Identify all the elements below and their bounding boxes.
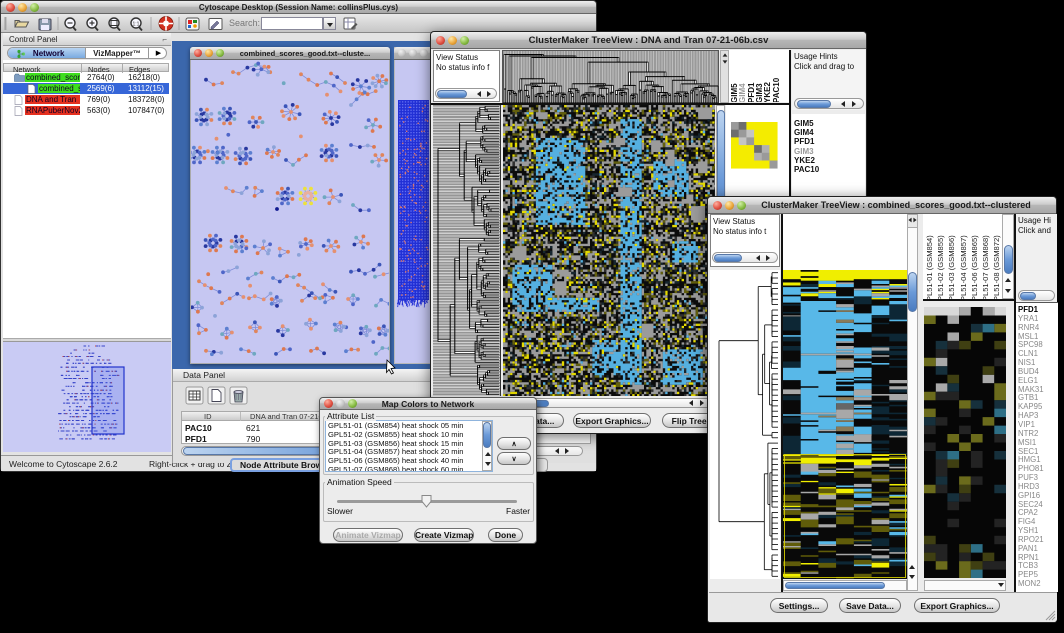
svg-text:1:1: 1:1 [133, 22, 140, 28]
